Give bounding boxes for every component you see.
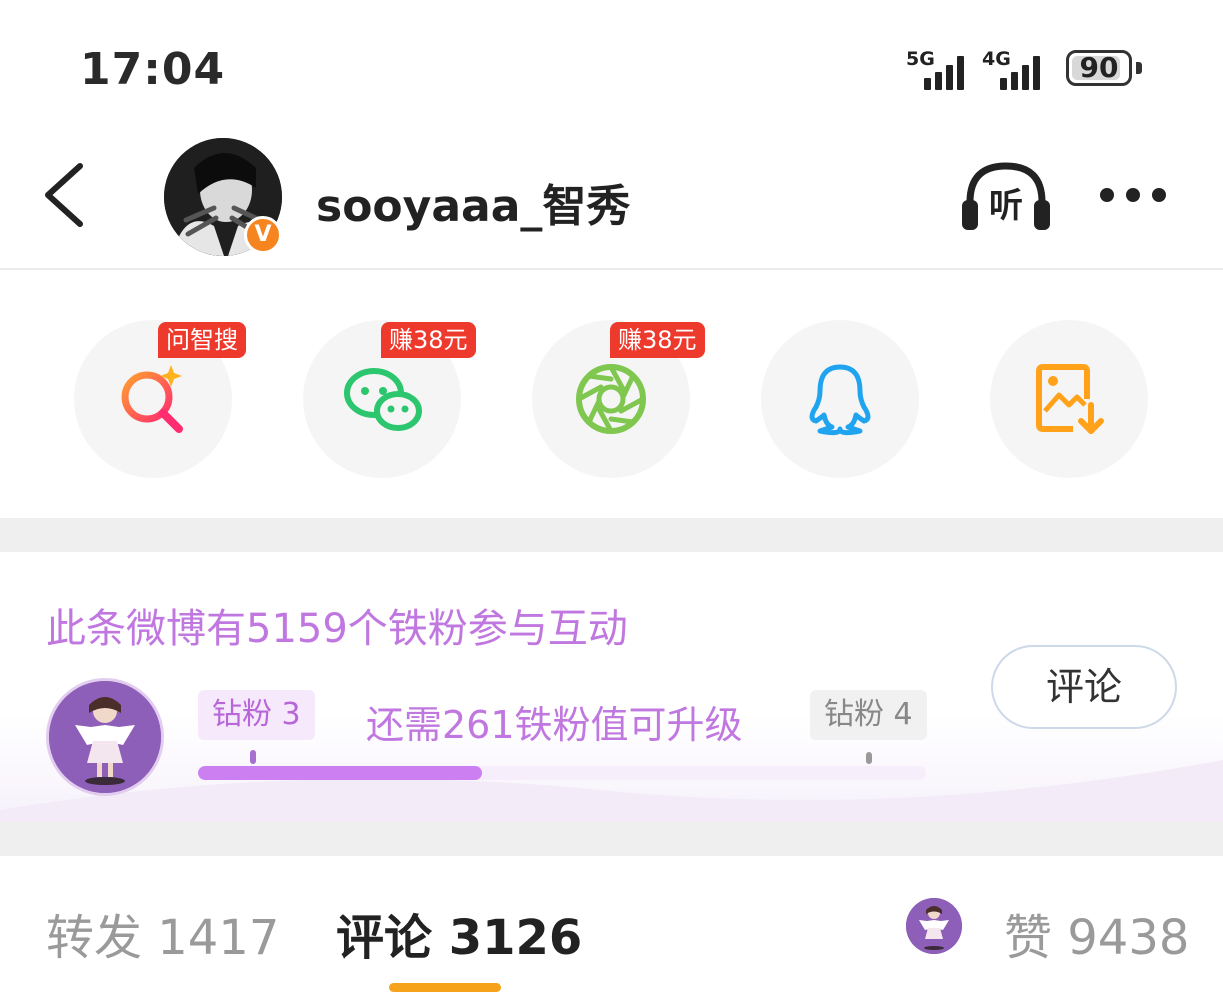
progress-marker-current <box>250 750 256 764</box>
active-tab-indicator <box>389 983 501 992</box>
listen-label: 听 <box>989 186 1023 226</box>
share-badge-search: 问智搜 <box>158 322 246 358</box>
wechat-icon <box>344 368 422 431</box>
verified-badge: V <box>244 216 282 254</box>
status-time: 17:04 <box>80 44 226 95</box>
fan-avatar[interactable] <box>46 678 164 796</box>
tab-comment[interactable]: 评论 3126 <box>336 898 582 968</box>
battery-tip <box>1136 62 1142 74</box>
signal-bars-icon <box>1000 54 1048 90</box>
section-gap <box>0 822 1223 856</box>
qq-penguin-icon <box>809 364 871 436</box>
image-download-icon <box>1036 364 1104 434</box>
share-qq-button[interactable] <box>761 320 919 478</box>
share-badge-wechat: 赚38元 <box>381 322 476 358</box>
tab-like[interactable]: 赞 9438 <box>1004 898 1189 968</box>
battery-icon: 90 <box>1066 50 1132 86</box>
header-divider <box>0 268 1223 270</box>
page-title[interactable]: sooyaaa_智秀 <box>316 170 630 234</box>
upgrade-requirement-text: 还需261铁粉值可升级 <box>366 703 743 747</box>
signal-bars-icon <box>924 54 972 90</box>
fan-interaction-title: 此条微博有5159个铁粉参与互动 <box>46 606 628 652</box>
share-save-image-button[interactable] <box>990 320 1148 478</box>
more-button[interactable] <box>1094 180 1174 210</box>
tab-repost[interactable]: 转发 1417 <box>46 898 279 968</box>
section-gap <box>0 518 1223 552</box>
liker-avatar[interactable] <box>906 898 962 954</box>
fan-progress-bar <box>198 766 926 780</box>
ai-search-icon <box>121 365 183 433</box>
progress-marker-next <box>866 752 872 764</box>
listen-button[interactable]: 听 <box>960 158 1052 234</box>
comment-button[interactable]: 评论 <box>991 645 1177 729</box>
share-badge-moments: 赚38元 <box>610 322 705 358</box>
battery-level: 90 <box>1079 51 1119 84</box>
current-fan-level: 钻粉 3 <box>198 690 315 740</box>
fan-progress-fill <box>198 766 482 780</box>
back-button[interactable] <box>36 160 96 230</box>
next-fan-level: 钻粉 4 <box>810 690 927 740</box>
moments-aperture-icon <box>576 364 646 434</box>
chevron-left-icon <box>45 163 83 227</box>
